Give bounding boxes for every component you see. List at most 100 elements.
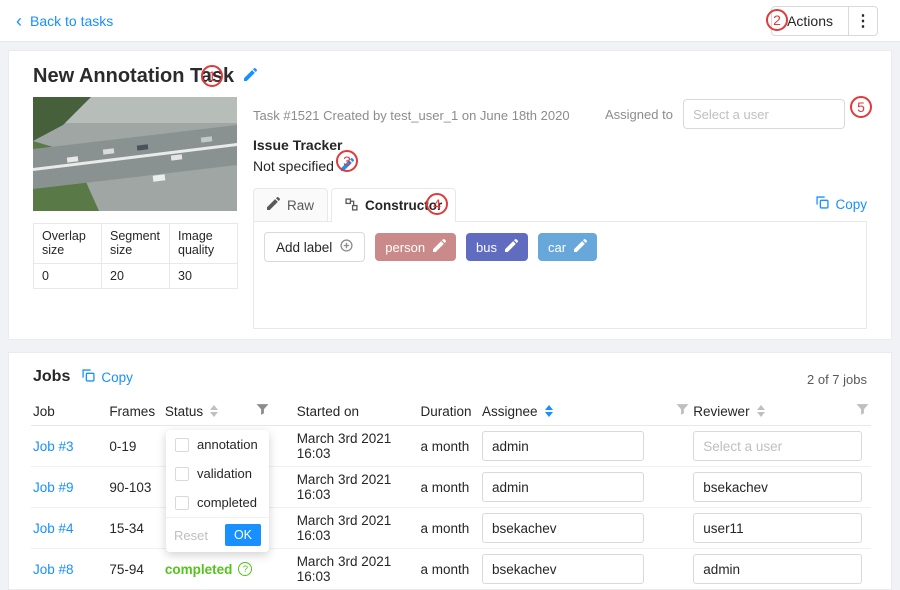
status-filter-icon[interactable] bbox=[256, 403, 269, 416]
job-reviewer-input[interactable] bbox=[693, 472, 862, 502]
col-assignee[interactable]: Assignee bbox=[480, 397, 653, 426]
filter-reset-button[interactable]: Reset bbox=[174, 528, 208, 543]
filter-ok-button[interactable]: OK bbox=[225, 524, 261, 546]
jobs-card: Jobs Copy 2 of 7 jobs Job Frames Status bbox=[8, 352, 892, 590]
copy-labels-button[interactable]: Copy bbox=[816, 196, 867, 212]
label-tag-bus: bus bbox=[466, 233, 528, 261]
tab-raw-label: Raw bbox=[287, 198, 314, 213]
checkbox-annotation[interactable] bbox=[175, 438, 189, 452]
col-duration: Duration bbox=[419, 397, 481, 426]
filter-dropdown-footer: Reset OK bbox=[166, 517, 269, 552]
edit-label-car-icon[interactable] bbox=[574, 239, 587, 255]
job-link[interactable]: Job #3 bbox=[33, 439, 74, 454]
job-started: March 3rd 2021 16:03 bbox=[295, 508, 419, 549]
reviewer-sort-icon[interactable] bbox=[757, 405, 765, 417]
label-tag-car: car bbox=[538, 233, 597, 261]
col-started: Started on bbox=[295, 397, 419, 426]
callout-4: 4 bbox=[426, 193, 448, 215]
assignee-filter-icon[interactable] bbox=[676, 403, 689, 416]
job-reviewer-input[interactable] bbox=[693, 431, 862, 461]
col-status[interactable]: Status bbox=[163, 397, 255, 426]
raw-tab-icon bbox=[267, 197, 280, 213]
job-row-1: Job #3 0-19 March 3rd 2021 16:03 a month bbox=[31, 426, 871, 467]
job-duration: a month bbox=[419, 508, 481, 549]
job-status: completed ? bbox=[165, 562, 253, 577]
edit-title-icon[interactable] bbox=[244, 68, 257, 86]
reviewer-filter-icon[interactable] bbox=[856, 403, 869, 416]
filter-option-validation[interactable]: validation bbox=[166, 459, 269, 488]
back-link[interactable]: ‹ Back to tasks bbox=[16, 12, 113, 30]
job-frames: 15-34 bbox=[107, 508, 163, 549]
col-status-filter bbox=[254, 397, 294, 426]
job-assignee-input[interactable] bbox=[482, 431, 644, 461]
callout-1: 1 bbox=[201, 65, 223, 87]
edit-label-bus-icon[interactable] bbox=[505, 239, 518, 255]
job-frames: 90-103 bbox=[107, 467, 163, 508]
param-header-segment: Segment size bbox=[102, 224, 170, 264]
job-link[interactable]: Job #8 bbox=[33, 562, 74, 577]
filter-option-annotation-label: annotation bbox=[197, 437, 258, 452]
filter-option-completed[interactable]: completed bbox=[166, 488, 269, 517]
param-header-overlap: Overlap size bbox=[34, 224, 102, 264]
checkbox-validation[interactable] bbox=[175, 467, 189, 481]
job-reviewer-input[interactable] bbox=[693, 554, 862, 584]
add-label-text: Add label bbox=[276, 240, 332, 255]
jobs-header: Jobs Copy bbox=[33, 368, 133, 386]
plus-circle-icon bbox=[340, 239, 353, 255]
param-value-quality: 30 bbox=[170, 264, 238, 289]
job-started: March 3rd 2021 16:03 bbox=[295, 426, 419, 467]
job-frames: 75-94 bbox=[107, 549, 163, 590]
job-row-4: Job #8 75-94 completed ? March 3rd 2021 … bbox=[31, 549, 871, 590]
more-menu-button[interactable]: ⋮ bbox=[848, 6, 878, 36]
callout-5: 5 bbox=[850, 96, 872, 118]
label-tag-person-name: person bbox=[385, 240, 425, 255]
job-link[interactable]: Job #4 bbox=[33, 521, 74, 536]
job-row-2: Job #9 90-103 March 3rd 2021 16:03 a mon… bbox=[31, 467, 871, 508]
copy-jobs-button[interactable]: Copy bbox=[82, 369, 133, 385]
status-filter-dropdown: annotation validation completed Reset OK bbox=[166, 430, 269, 552]
job-frames: 0-19 bbox=[107, 426, 163, 467]
more-icon: ⋮ bbox=[855, 11, 871, 31]
col-reviewer[interactable]: Reviewer bbox=[691, 397, 845, 426]
job-assignee-input[interactable] bbox=[482, 472, 644, 502]
param-header-quality: Image quality bbox=[170, 224, 238, 264]
task-preview-image bbox=[33, 97, 237, 211]
topbar: ‹ Back to tasks Actions ⋮ bbox=[0, 0, 900, 42]
job-reviewer-input[interactable] bbox=[693, 513, 862, 543]
job-assignee-input[interactable] bbox=[482, 554, 644, 584]
checkbox-completed[interactable] bbox=[175, 496, 189, 510]
task-params-table: Overlap size Segment size Image quality … bbox=[33, 223, 238, 289]
job-duration: a month bbox=[419, 467, 481, 508]
jobs-table-header-row: Job Frames Status Started on Duration bbox=[31, 397, 871, 426]
assigned-to-label: Assigned to bbox=[605, 107, 673, 122]
status-sort-icon[interactable] bbox=[210, 405, 218, 417]
col-frames: Frames bbox=[107, 397, 163, 426]
task-title-row: New Annotation Task bbox=[33, 65, 257, 88]
tab-raw[interactable]: Raw bbox=[253, 188, 328, 221]
assigned-to-input[interactable] bbox=[683, 99, 845, 129]
filter-option-annotation[interactable]: annotation bbox=[166, 430, 269, 459]
label-tag-car-name: car bbox=[548, 240, 566, 255]
job-link[interactable]: Job #9 bbox=[33, 480, 74, 495]
param-value-overlap: 0 bbox=[34, 264, 102, 289]
issue-tracker-label: Issue Tracker bbox=[253, 137, 343, 153]
col-reviewer-label: Reviewer bbox=[693, 404, 749, 419]
param-value-segment: 20 bbox=[102, 264, 170, 289]
col-assignee-label: Assignee bbox=[482, 404, 538, 419]
job-status-text: completed bbox=[165, 562, 233, 577]
copy-icon bbox=[816, 196, 829, 212]
label-tag-bus-name: bus bbox=[476, 240, 497, 255]
callout-3: 3 bbox=[336, 150, 358, 172]
task-meta: Task #1521 Created by test_user_1 on Jun… bbox=[253, 108, 570, 123]
assignee-sort-icon[interactable] bbox=[545, 405, 553, 417]
label-tag-person: person bbox=[375, 233, 456, 261]
edit-label-person-icon[interactable] bbox=[433, 239, 446, 255]
job-started: March 3rd 2021 16:03 bbox=[295, 467, 419, 508]
back-chevron-icon: ‹ bbox=[16, 12, 22, 30]
job-assignee-input[interactable] bbox=[482, 513, 644, 543]
assigned-to-group: Assigned to bbox=[605, 99, 845, 129]
add-label-button[interactable]: Add label bbox=[264, 232, 365, 262]
question-circle-icon[interactable]: ? bbox=[238, 562, 252, 576]
job-started: March 3rd 2021 16:03 bbox=[295, 549, 419, 590]
col-reviewer-filter bbox=[846, 397, 871, 426]
